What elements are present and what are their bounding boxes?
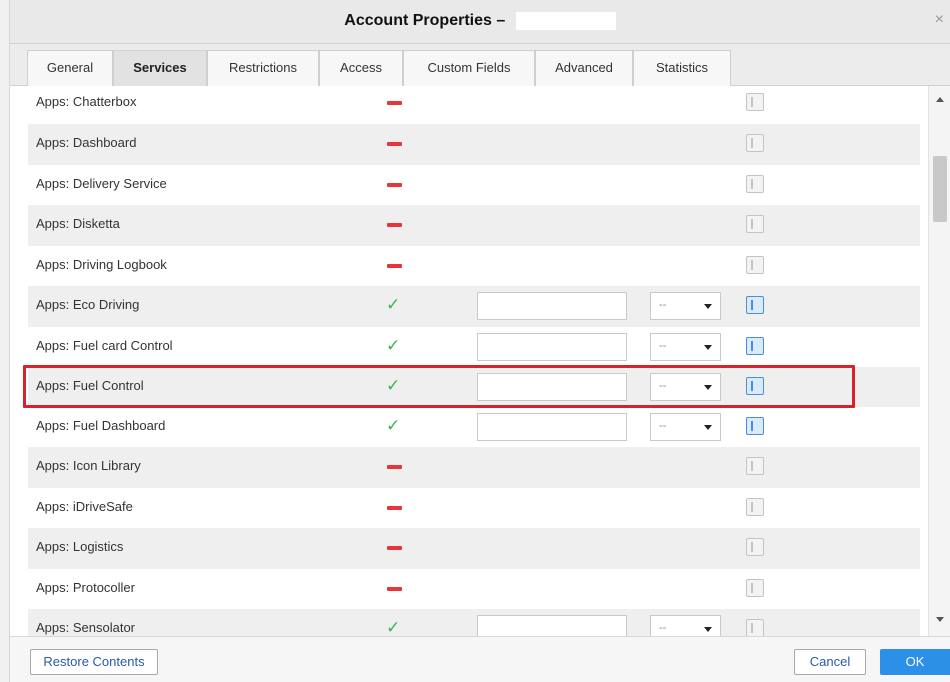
service-row: Apps: Sensolator ✓ -- (28, 609, 920, 636)
service-name: Apps: iDriveSafe (36, 499, 133, 514)
info-icon[interactable] (746, 457, 764, 475)
restore-contents-button[interactable]: Restore Contents (30, 649, 158, 675)
service-value-input[interactable] (477, 333, 627, 361)
tab-bar: General Services Restrictions Access Cus… (10, 44, 950, 86)
chevron-down-icon (704, 627, 712, 632)
service-option-select[interactable]: -- (650, 292, 721, 320)
minus-icon (387, 101, 402, 105)
title-bar: Account Properties – × (10, 0, 950, 44)
minus-icon (387, 183, 402, 187)
info-icon[interactable] (746, 134, 764, 152)
window-left-edge (0, 0, 10, 682)
minus-icon (387, 587, 402, 591)
tab-advanced[interactable]: Advanced (535, 50, 633, 86)
info-icon[interactable] (746, 498, 764, 516)
tab-custom-fields[interactable]: Custom Fields (403, 50, 535, 86)
check-icon: ✓ (386, 618, 401, 636)
chevron-down-icon (704, 345, 712, 350)
window-title: Account Properties – (10, 12, 950, 30)
service-name: Apps: Fuel card Control (36, 338, 173, 353)
select-value: -- (659, 420, 667, 432)
minus-icon (387, 223, 402, 227)
service-row: Apps: Fuel Dashboard ✓ -- (28, 407, 920, 448)
service-row: Apps: Chatterbox (28, 86, 920, 124)
minus-icon (387, 142, 402, 146)
minus-icon (387, 264, 402, 268)
scroll-down-icon[interactable] (936, 617, 944, 622)
info-icon[interactable] (746, 215, 764, 233)
window-title-text: Account Properties – (344, 12, 506, 30)
service-name: Apps: Protocoller (36, 580, 135, 595)
service-row: Apps: Delivery Service (28, 165, 920, 206)
tab-general[interactable]: General (27, 50, 113, 86)
service-option-select[interactable]: -- (650, 413, 721, 441)
scrollbar[interactable] (928, 86, 950, 636)
tab-statistics[interactable]: Statistics (633, 50, 731, 86)
info-icon[interactable] (746, 93, 764, 111)
info-icon[interactable] (746, 579, 764, 597)
info-icon[interactable] (746, 256, 764, 274)
services-list: Apps: Chatterbox Apps: Dashboard Apps: D… (28, 86, 920, 636)
service-name: Apps: Logistics (36, 539, 124, 554)
chevron-down-icon (704, 425, 712, 430)
service-row: Apps: Logistics (28, 528, 920, 569)
info-icon[interactable] (746, 296, 764, 314)
check-icon: ✓ (386, 295, 401, 314)
service-name: Apps: Eco Driving (36, 297, 140, 312)
select-value: -- (659, 299, 667, 311)
highlight-box (23, 365, 855, 408)
minus-icon (387, 546, 402, 550)
service-name: Apps: Icon Library (36, 458, 141, 473)
service-name: Apps: Driving Logbook (36, 257, 167, 272)
service-value-input[interactable] (477, 292, 627, 320)
info-icon[interactable] (746, 417, 764, 435)
service-option-select[interactable]: -- (650, 615, 721, 636)
service-name: Apps: Chatterbox (36, 94, 137, 109)
service-value-input[interactable] (477, 615, 627, 636)
service-name: Apps: Sensolator (36, 620, 136, 635)
service-row: Apps: Eco Driving ✓ -- (28, 286, 920, 327)
tab-restrictions[interactable]: Restrictions (207, 50, 319, 86)
chevron-down-icon (704, 304, 712, 309)
scroll-thumb[interactable] (933, 156, 947, 222)
info-icon[interactable] (746, 175, 764, 193)
dialog-footer: Restore Contents Cancel OK (10, 636, 950, 682)
service-name: Apps: Delivery Service (36, 176, 167, 191)
info-icon[interactable] (746, 337, 764, 355)
check-icon: ✓ (386, 416, 401, 435)
info-icon[interactable] (746, 619, 764, 636)
service-row: Apps: Fuel card Control ✓ -- (28, 327, 920, 368)
minus-icon (387, 465, 402, 469)
service-name: Apps: Disketta (36, 216, 120, 231)
service-row: Apps: Protocoller (28, 569, 920, 610)
info-icon[interactable] (746, 538, 764, 556)
service-option-select[interactable]: -- (650, 333, 721, 361)
service-value-input[interactable] (477, 413, 627, 441)
tab-services[interactable]: Services (113, 50, 207, 86)
service-row: Apps: Driving Logbook (28, 246, 920, 287)
select-value: -- (659, 622, 667, 634)
tab-access[interactable]: Access (319, 50, 403, 86)
close-icon[interactable]: × (935, 12, 944, 28)
redacted-account-name (515, 12, 616, 30)
service-row: Apps: Disketta (28, 205, 920, 246)
service-row: Apps: Dashboard (28, 124, 920, 165)
cancel-button[interactable]: Cancel (794, 649, 866, 675)
service-row: Apps: iDriveSafe (28, 488, 920, 529)
service-name: Apps: Dashboard (36, 135, 137, 150)
check-icon: ✓ (386, 336, 401, 355)
select-value: -- (659, 340, 667, 352)
service-row: Apps: Icon Library (28, 447, 920, 488)
service-name: Apps: Fuel Dashboard (36, 418, 166, 433)
minus-icon (387, 506, 402, 510)
scroll-up-icon[interactable] (936, 97, 944, 102)
ok-button[interactable]: OK (880, 649, 950, 675)
